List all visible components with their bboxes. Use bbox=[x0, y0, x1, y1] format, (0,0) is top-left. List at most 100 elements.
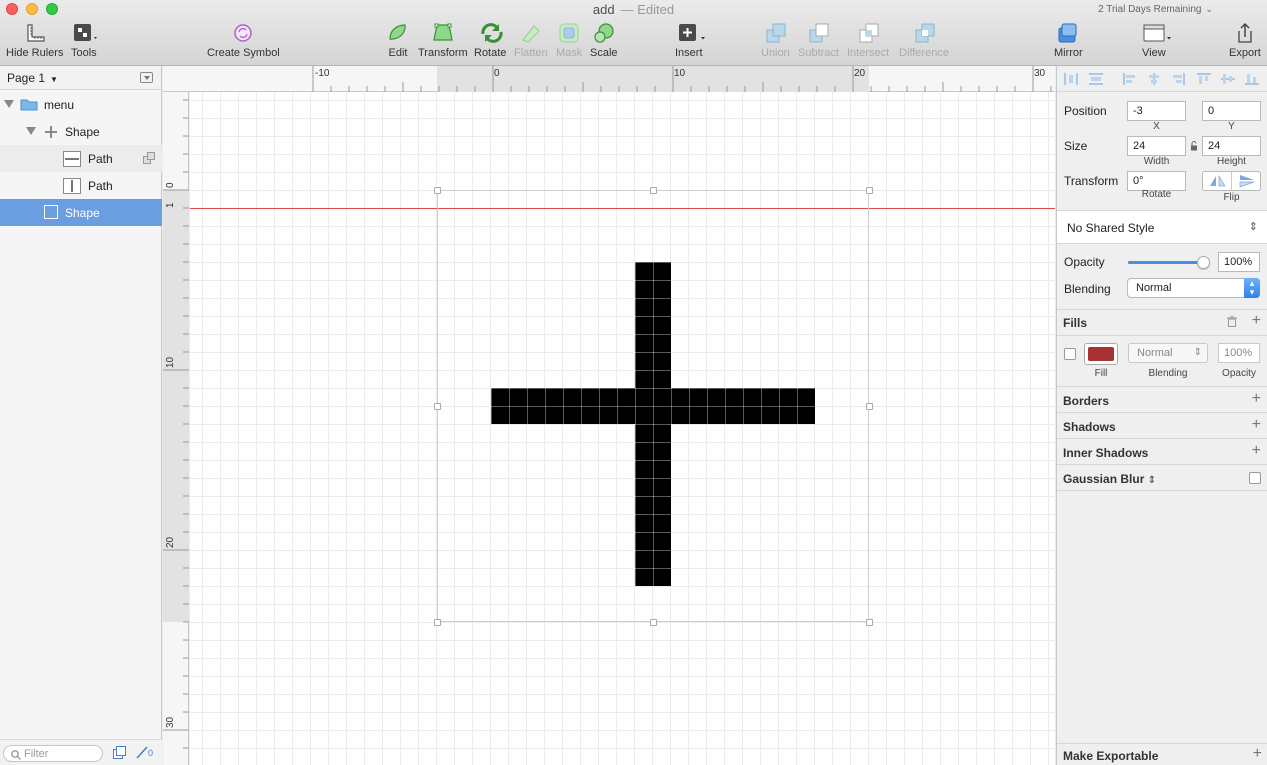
rotate-button[interactable]: Rotate bbox=[474, 22, 506, 59]
blending-select[interactable]: Normal ▴ ▾ bbox=[1127, 278, 1260, 298]
align-top-icon[interactable] bbox=[1197, 73, 1211, 85]
make-exportable-button[interactable]: + bbox=[1253, 746, 1262, 762]
resize-handle-bottom-right[interactable] bbox=[866, 619, 873, 626]
ruler-label: 30 bbox=[165, 716, 176, 728]
resize-handle-top-right[interactable] bbox=[866, 187, 873, 194]
vertical-ruler[interactable]: 0 1 10 20 30 bbox=[163, 92, 189, 765]
page-name: Page 1 bbox=[7, 71, 46, 85]
height-field[interactable] bbox=[1202, 136, 1261, 156]
position-y-field[interactable] bbox=[1202, 101, 1261, 121]
union-button[interactable]: Union bbox=[761, 22, 790, 59]
subtract-button[interactable]: Subtract bbox=[798, 22, 839, 59]
resize-handle-top[interactable] bbox=[650, 187, 657, 194]
add-inner-shadow-button[interactable]: + bbox=[1252, 443, 1261, 459]
slices-filter-icon[interactable] bbox=[136, 746, 148, 762]
shared-style-value: No Shared Style bbox=[1067, 221, 1155, 235]
trial-menu[interactable]: 2 Trial Days Remaining ⌄ bbox=[1098, 4, 1213, 15]
toolbar: add — Edited 2 Trial Days Remaining ⌄ Hide… bbox=[0, 0, 1267, 66]
resize-handle-bottom-left[interactable] bbox=[434, 619, 441, 626]
ruler-label: 1 bbox=[165, 202, 176, 208]
resize-handle-bottom[interactable] bbox=[650, 619, 657, 626]
intersect-button[interactable]: Intersect bbox=[847, 22, 889, 59]
path-horizontal-icon bbox=[63, 151, 81, 170]
scale-button[interactable]: Scale bbox=[590, 22, 618, 59]
collapse-pages-icon[interactable] bbox=[140, 72, 153, 83]
disclosure-triangle-icon[interactable] bbox=[26, 127, 36, 135]
fill-color-swatch[interactable] bbox=[1084, 343, 1118, 365]
flip-horizontal-button[interactable] bbox=[1203, 172, 1232, 190]
rotate-field[interactable] bbox=[1127, 171, 1186, 191]
layer-row-path-horizontal[interactable]: Path bbox=[0, 145, 162, 172]
flip-vertical-button[interactable] bbox=[1232, 172, 1261, 190]
flip-control bbox=[1202, 171, 1261, 191]
fill-opacity-field[interactable] bbox=[1218, 343, 1260, 363]
align-left-icon[interactable] bbox=[1123, 73, 1137, 85]
align-center-horizontal-icon[interactable] bbox=[1147, 73, 1161, 85]
position-x-field[interactable] bbox=[1127, 101, 1186, 121]
shared-style-select[interactable]: No Shared Style ⇕ bbox=[1057, 210, 1267, 244]
align-middle-vertical-icon[interactable] bbox=[1221, 73, 1235, 85]
gaussian-blur-select[interactable]: Gaussian Blur ⇕ bbox=[1063, 472, 1156, 486]
mask-button[interactable]: Mask bbox=[556, 22, 582, 59]
shadows-section-title: Shadows bbox=[1063, 420, 1116, 434]
height-label: Height bbox=[1217, 156, 1246, 167]
create-symbol-button[interactable]: Create Symbol bbox=[207, 22, 280, 59]
ruler-ticks bbox=[163, 99, 189, 749]
fill-blending-select[interactable]: Normal ⇕ bbox=[1128, 343, 1208, 363]
disclosure-triangle-icon[interactable] bbox=[4, 100, 14, 108]
transform-button[interactable]: Transform bbox=[418, 22, 468, 59]
opacity-slider[interactable] bbox=[1128, 256, 1210, 269]
tools-button[interactable]: Tools bbox=[71, 22, 97, 59]
canvas[interactable] bbox=[190, 92, 1055, 765]
hide-rulers-button[interactable]: Hide Rulers bbox=[6, 22, 63, 59]
plus-vertical-bar[interactable] bbox=[635, 262, 671, 586]
plus-horizontal-bar[interactable] bbox=[491, 388, 815, 424]
layer-row-path-vertical[interactable]: Path bbox=[0, 172, 162, 199]
section-divider bbox=[1057, 438, 1267, 439]
tools-icon bbox=[73, 22, 97, 44]
add-border-button[interactable]: + bbox=[1252, 391, 1261, 407]
section-divider bbox=[1057, 386, 1267, 387]
boolean-operation-icon[interactable] bbox=[143, 152, 156, 167]
layer-row-menu[interactable]: menu bbox=[0, 91, 162, 118]
align-bottom-icon[interactable] bbox=[1245, 73, 1259, 85]
mirror-button[interactable]: Mirror bbox=[1054, 22, 1083, 59]
opacity-slider-knob[interactable] bbox=[1197, 256, 1210, 269]
add-fill-button[interactable]: + bbox=[1252, 313, 1261, 329]
view-button[interactable]: View bbox=[1142, 22, 1171, 59]
layer-label: Path bbox=[88, 152, 113, 166]
symbols-filter-icon[interactable] bbox=[113, 746, 126, 762]
add-shadow-button[interactable]: + bbox=[1252, 417, 1261, 433]
transform-icon bbox=[432, 22, 454, 44]
flatten-label: Flatten bbox=[514, 47, 548, 59]
difference-button[interactable]: Difference bbox=[899, 22, 949, 59]
lock-proportions-icon[interactable] bbox=[1190, 140, 1198, 154]
horizontal-ruler[interactable]: -10 0 10 20 30 bbox=[163, 66, 1055, 92]
subtract-icon bbox=[807, 22, 829, 44]
resize-handle-top-left[interactable] bbox=[434, 187, 441, 194]
edit-icon bbox=[387, 22, 409, 44]
union-label: Union bbox=[761, 47, 790, 59]
distribute-vertical-icon[interactable] bbox=[1089, 73, 1103, 85]
edit-button[interactable]: Edit bbox=[387, 22, 409, 59]
transform-label: Transform bbox=[1064, 174, 1119, 188]
rotate-label: Rotate bbox=[1141, 189, 1172, 200]
distribute-horizontal-icon[interactable] bbox=[1064, 73, 1078, 85]
resize-handle-left[interactable] bbox=[434, 403, 441, 410]
export-button[interactable]: Export bbox=[1229, 22, 1261, 59]
opacity-field[interactable] bbox=[1218, 252, 1260, 272]
trash-icon[interactable] bbox=[1227, 316, 1237, 330]
insert-label: Insert bbox=[675, 47, 703, 59]
resize-handle-right[interactable] bbox=[866, 403, 873, 410]
width-field[interactable] bbox=[1127, 136, 1186, 156]
page-selector[interactable]: Page 1 ▼ bbox=[0, 66, 161, 90]
blending-label: Blending bbox=[1064, 282, 1111, 296]
layer-row-shape-selected[interactable]: Shape bbox=[0, 199, 162, 226]
gaussian-blur-checkbox[interactable] bbox=[1249, 472, 1261, 484]
layer-row-shape-group[interactable]: Shape bbox=[0, 118, 162, 145]
insert-button[interactable]: Insert bbox=[675, 22, 705, 59]
flatten-button[interactable]: Flatten bbox=[514, 22, 548, 59]
fill-enabled-checkbox[interactable] bbox=[1064, 348, 1076, 360]
x-label: X bbox=[1153, 121, 1160, 132]
align-right-icon[interactable] bbox=[1171, 73, 1185, 85]
